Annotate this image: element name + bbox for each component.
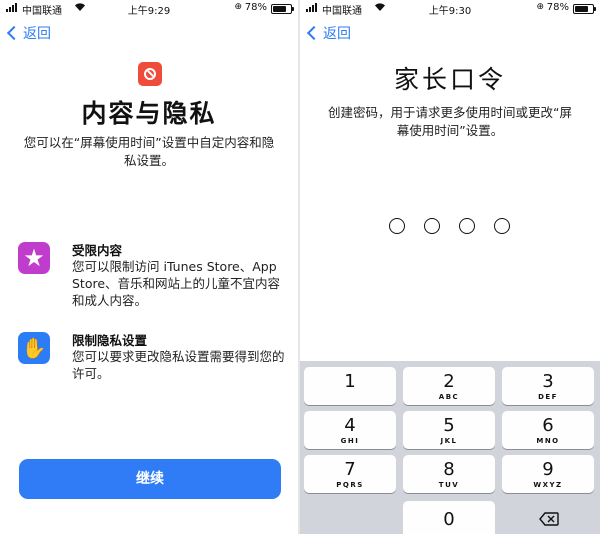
continue-button[interactable]: 继续 (19, 459, 281, 499)
back-label: 返回 (323, 26, 351, 42)
page-description: 创建密码，用于请求更多使用时间或更改“屏幕使用时间”设置。 (328, 105, 572, 138)
key-digit: 2 (443, 371, 455, 392)
battery-percent: 78% (244, 2, 267, 13)
feature-title: 限制隐私设置 (72, 333, 148, 348)
star-icon: ★ (18, 242, 50, 274)
feature-body: 您可以要求更改隐私设置需要得到您的许可。 (72, 349, 285, 381)
key-9[interactable]: 9 WXYZ (502, 455, 594, 493)
passcode-dot (459, 218, 475, 234)
page-title: 家长口令 (393, 65, 506, 94)
passcode-dots (389, 218, 510, 234)
key-letters: JKL (440, 437, 458, 445)
key-letters: GHI (340, 437, 360, 445)
status-bar: 中国联通 上午9:29 ⊕ 78% (0, 0, 298, 18)
key-digit: 8 (443, 459, 455, 480)
hand-icon: ✋ (18, 332, 50, 364)
page-title: 内容与隐私 (81, 99, 217, 128)
chevron-left-icon (6, 25, 22, 41)
key-4[interactable]: 4 GHI (304, 411, 396, 449)
orientation-lock-icon: ⊕ (536, 2, 544, 12)
key-2[interactable]: 2 ABC (403, 367, 495, 405)
key-letters: DEF (538, 393, 558, 401)
key-8[interactable]: 8 TUV (403, 455, 495, 493)
key-digit: 1 (344, 371, 356, 392)
key-letters: ABC (438, 393, 460, 401)
key-6[interactable]: 6 MNO (502, 411, 594, 449)
page-description: 您可以在“屏幕使用时间”设置中自定内容和隐私设置。 (23, 135, 275, 168)
key-digit: 7 (344, 459, 356, 480)
key-1[interactable]: 1 (304, 367, 396, 405)
key-letters: PQRS (336, 481, 364, 489)
key-5[interactable]: 5 JKL (403, 411, 495, 449)
backspace-icon (539, 512, 559, 526)
battery-icon (271, 4, 294, 14)
passcode-dot (424, 218, 440, 234)
restriction-icon (138, 62, 162, 86)
backspace-button[interactable] (502, 501, 594, 534)
key-7[interactable]: 7 PQRS (304, 455, 396, 493)
key-3[interactable]: 3 DEF (502, 367, 594, 405)
key-digit: 9 (542, 459, 554, 480)
key-0[interactable]: 0 (403, 501, 495, 534)
status-bar: 中国联通 上午9:30 ⊕ 78% (300, 0, 600, 18)
key-letters: WXYZ (533, 481, 563, 489)
key-letters: MNO (536, 437, 560, 445)
back-label: 返回 (23, 26, 51, 42)
key-letters: TUV (438, 481, 460, 489)
chevron-left-icon (306, 25, 322, 41)
feature-privacy-settings: ✋ 限制隐私设置 您可以要求更改隐私设置需要得到您的许可。 (18, 330, 286, 386)
numeric-keypad: 1 2 ABC 3 DEF 4 GHI 5 JKL 6 MNO 7 PQRS 8 TUV 9 WXYZ 0 (300, 361, 600, 534)
key-digit: 0 (443, 509, 455, 530)
key-digit: 4 (344, 415, 356, 436)
parent-passcode-screen: 中国联通 上午9:30 ⊕ 78% 返回 家长口令 创建密码，用于请求更多使用时… (300, 0, 600, 534)
back-button[interactable]: 返回 (6, 22, 51, 44)
key-digit: 5 (443, 415, 455, 436)
feature-body: 您可以限制访问 iTunes Store、App Store、音乐和网站上的儿童… (72, 259, 281, 308)
feature-title: 受限内容 (72, 243, 123, 258)
key-digit: 6 (542, 415, 554, 436)
feature-restricted-content: ★ 受限内容 您可以限制访问 iTunes Store、App Store、音乐… (18, 240, 286, 310)
battery-icon (573, 4, 596, 14)
content-privacy-screen: 中国联通 上午9:29 ⊕ 78% 返回 内容与隐私 您可以在“屏幕使用时间”设… (0, 0, 298, 534)
orientation-lock-icon: ⊕ (234, 2, 242, 12)
key-digit: 3 (542, 371, 554, 392)
passcode-dot (494, 218, 510, 234)
back-button[interactable]: 返回 (306, 22, 351, 44)
battery-percent: 78% (546, 2, 569, 13)
passcode-dot (389, 218, 405, 234)
